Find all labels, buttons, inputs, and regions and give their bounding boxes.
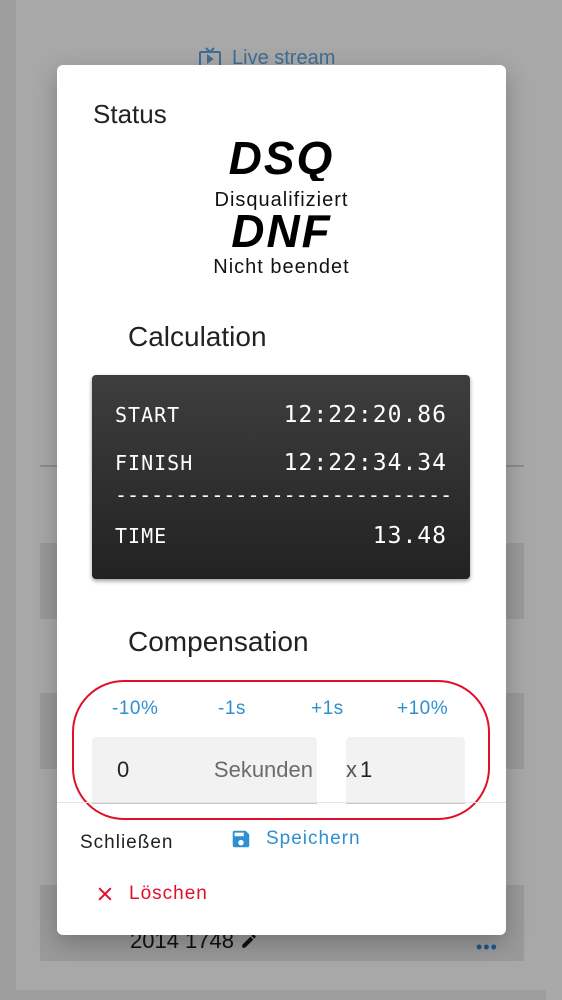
seconds-value[interactable]: 0 [92,757,129,783]
more-horizontal-icon[interactable]: ••• [476,937,498,958]
start-label: START [115,403,181,427]
dialog-title: Status [93,99,167,129]
calculation-title: Calculation [128,321,267,352]
time-value: 13.48 [372,523,447,549]
floppy-disk-icon [232,830,250,848]
status-description-dnf[interactable]: Nicht beendet [57,256,506,279]
multiplier-input[interactable]: x 1 [346,737,465,804]
seconds-input[interactable]: 0 Sekunden [92,737,317,804]
close-button[interactable]: Schließen [80,832,174,854]
finish-label: FINISH [115,451,194,475]
time-row: TIME 13.48 [115,523,447,549]
minus-1-second-button[interactable]: -1s [218,698,246,720]
multiplier-prefix: x [346,757,357,782]
plus-10-percent-button[interactable]: +10% [397,698,448,720]
finish-value: 12:22:34.34 [283,450,447,476]
start-value: 12:22:20.86 [283,402,447,428]
multiplier-value[interactable]: 1 [357,757,372,783]
time-label: TIME [115,524,168,548]
status-code-dnf[interactable]: DNF [57,208,506,254]
plus-1-second-button[interactable]: +1s [311,698,344,720]
minus-10-percent-button[interactable]: -10% [112,698,158,720]
seconds-suffix: Sekunden [213,757,313,782]
finish-row: FINISH 12:22:34.34 [115,450,447,476]
save-button[interactable]: Speichern [230,828,361,850]
actions-divider [57,802,506,803]
status-code-dsq[interactable]: DSQ [57,133,506,181]
status-dialog: Status DSQ Disqualifiziert DNF Nicht bee… [57,65,506,935]
calculation-panel: START 12:22:20.86 FINISH 12:22:34.34 ---… [92,375,470,579]
close-icon [98,887,112,901]
delete-label: Löschen [129,883,208,904]
start-row: START 12:22:20.86 [115,402,447,428]
delete-button[interactable]: Löschen [95,883,208,905]
calculation-separator: ---------------------------- [115,483,450,507]
save-label: Speichern [266,828,361,849]
scrollbar[interactable] [546,0,562,1000]
compensation-title: Compensation [128,626,309,657]
